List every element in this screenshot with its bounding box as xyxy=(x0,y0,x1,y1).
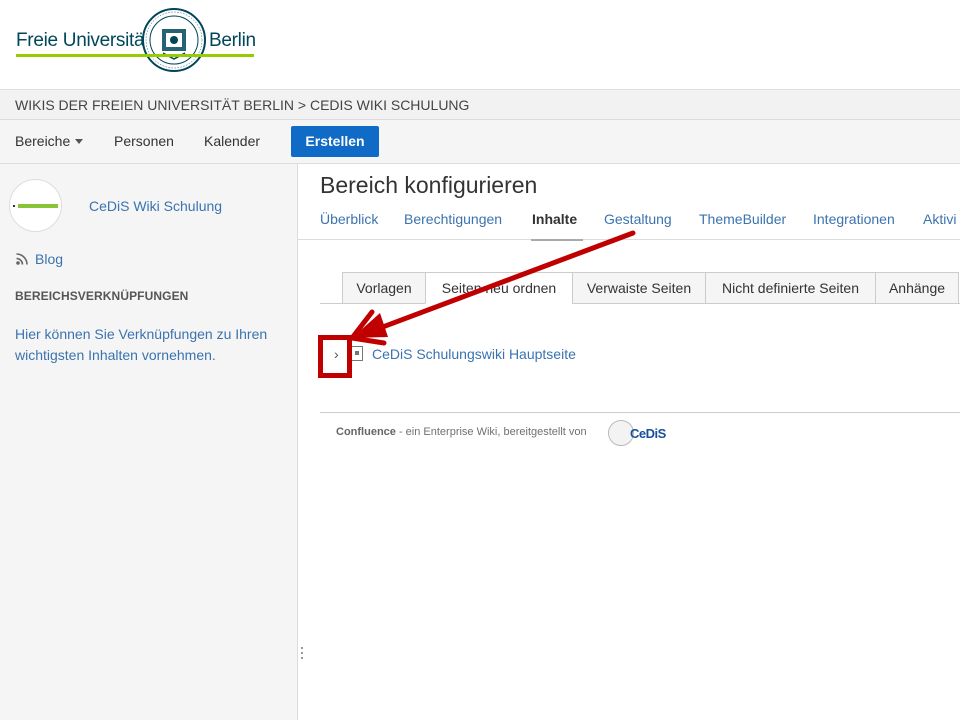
space-links-hint[interactable]: Hier können Sie Verknüpfungen zu Ihren w… xyxy=(15,324,285,366)
footer-divider xyxy=(320,412,960,413)
breadcrumb-text[interactable]: WIKIS DER FREIEN UNIVERSITÄT BERLIN > CE… xyxy=(15,97,469,113)
avatar-logo-bar xyxy=(18,204,58,208)
home-page-icon xyxy=(351,346,363,361)
annotation-highlight-box xyxy=(318,335,352,378)
university-header: Freie Universität Berlin xyxy=(0,0,960,89)
university-seal-icon xyxy=(142,8,206,72)
space-sidebar: CeDiS Wiki Schulung Blog BEREICHSVERKNÜP… xyxy=(0,164,298,720)
blog-link[interactable]: Blog xyxy=(15,251,63,267)
subtab-verwaiste-seiten[interactable]: Verwaiste Seiten xyxy=(572,272,706,304)
breadcrumb: WIKIS DER FREIEN UNIVERSITÄT BERLIN > CE… xyxy=(0,89,960,120)
subtab-seiten-neu-ordnen[interactable]: Seiten neu ordnen xyxy=(425,272,573,304)
tab-integrationen[interactable]: Integrationen xyxy=(813,211,895,227)
nav-kalender[interactable]: Kalender xyxy=(204,133,260,149)
rss-icon xyxy=(16,253,28,265)
chevron-down-icon xyxy=(75,139,84,144)
footer-text: Confluence - ein Enterprise Wiki, bereit… xyxy=(336,426,587,438)
cedis-logo[interactable]: CeDiS xyxy=(608,419,672,447)
sidebar-resize-handle[interactable] xyxy=(301,647,304,661)
blog-label: Blog xyxy=(35,251,64,267)
nav-bereiche-label: Bereiche xyxy=(15,133,71,149)
subtab-nicht-definierte-seiten[interactable]: Nicht definierte Seiten xyxy=(705,272,876,304)
tab-berechtigungen[interactable]: Berechtigungen xyxy=(404,211,502,227)
cedis-logo-text: CeDiS xyxy=(630,426,666,441)
space-links-heading: BEREICHSVERKNÜPFUNGEN xyxy=(15,289,189,303)
space-name-link[interactable]: CeDiS Wiki Schulung xyxy=(89,198,222,214)
nav-bereiche[interactable]: Bereiche xyxy=(15,133,84,149)
space-avatar[interactable] xyxy=(9,179,62,232)
subtab-anhaenge[interactable]: Anhänge xyxy=(875,272,959,304)
avatar-dot xyxy=(13,205,15,207)
logo-text-left: Freie Universität xyxy=(16,30,150,51)
logo-text-right: Berlin xyxy=(209,30,256,51)
create-button[interactable]: Erstellen xyxy=(291,126,379,157)
tab-ueberblick[interactable]: Überblick xyxy=(320,211,378,227)
nav-personen[interactable]: Personen xyxy=(114,133,174,149)
tree-page-link[interactable]: CeDiS Schulungswiki Hauptseite xyxy=(372,346,576,362)
tab-themebuilder[interactable]: ThemeBuilder xyxy=(699,211,786,227)
footer-description: - ein Enterprise Wiki, bereitgestellt vo… xyxy=(395,426,587,438)
space-admin-tabs: Überblick Berechtigungen Inhalte Gestalt… xyxy=(298,198,960,240)
page-title: Bereich konfigurieren xyxy=(320,172,538,198)
tab-gestaltung[interactable]: Gestaltung xyxy=(604,211,672,227)
tab-aktivitaet[interactable]: Aktivi xyxy=(923,211,956,227)
tab-inhalte[interactable]: Inhalte xyxy=(532,211,577,227)
active-tab-indicator xyxy=(531,239,583,241)
top-navigation: Bereiche Personen Kalender xyxy=(0,120,960,164)
footer-brand[interactable]: Confluence xyxy=(336,426,396,438)
logo-underline xyxy=(16,54,254,57)
subtab-vorlagen[interactable]: Vorlagen xyxy=(342,272,426,304)
